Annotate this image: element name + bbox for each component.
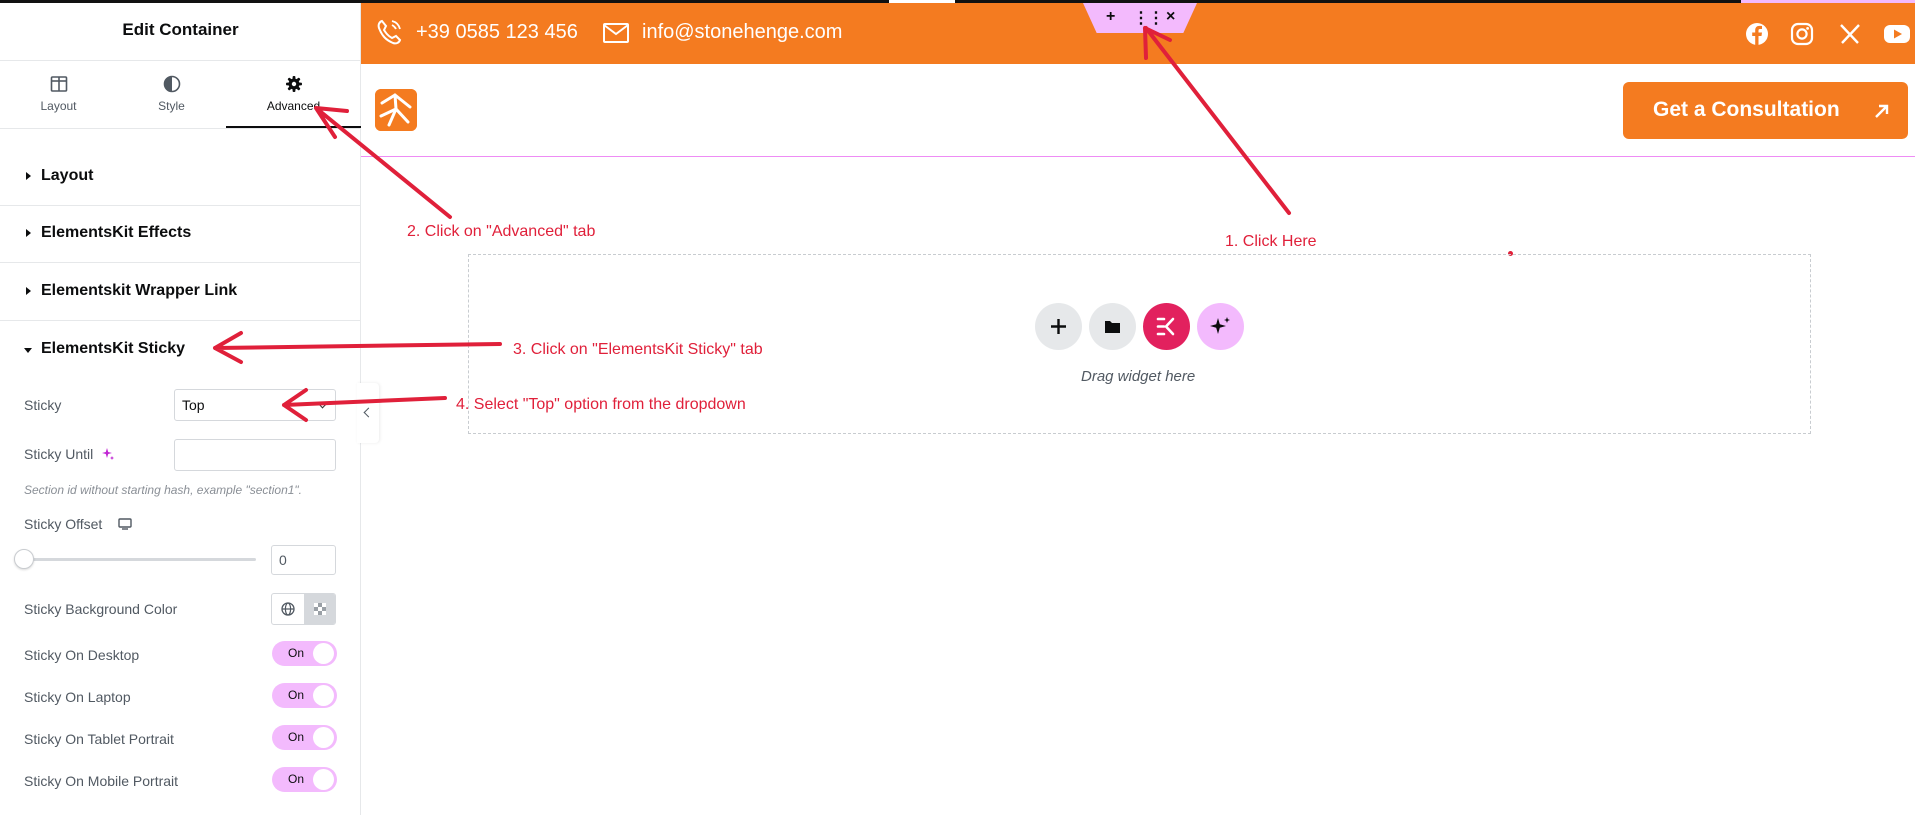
sticky-offset-input[interactable]: 0 [271,545,336,575]
section-title: ElementsKit Effects [41,224,192,241]
toggle-knob [313,769,334,790]
sticky-label: Sticky [24,397,62,413]
sticky-offset-text: Sticky Offset [24,516,103,532]
tab-advanced-label: Advanced [266,99,321,113]
sticky-offset-slider[interactable] [24,558,256,561]
site-logo[interactable] [375,89,417,131]
section-title: Layout [41,167,94,184]
annotation-step-3: 3. Click on "ElementsKit Sticky" tab [513,341,763,358]
half-circle-icon [163,75,180,93]
mail-icon [603,23,629,43]
sticky-offset-label: Sticky Offset [24,516,132,532]
tab-style[interactable]: Style [117,60,226,128]
add-icon[interactable]: + [1106,8,1115,26]
elementskit-logo-icon [1156,317,1175,336]
collapse-panel-button[interactable] [357,383,379,443]
section-title: ElementsKit Sticky [41,340,186,357]
arrow-up-right-icon [1875,104,1889,118]
tab-advanced[interactable]: Advanced [226,60,361,128]
layout-icon [50,76,67,92]
toggle-sticky-desktop[interactable]: On [272,641,337,666]
folder-icon [1105,321,1120,333]
ai-sparkle-icon [1210,317,1230,334]
close-icon[interactable]: × [1166,8,1175,26]
add-element-button[interactable] [1035,303,1082,350]
caret-right-icon [26,287,31,295]
get-consultation-button[interactable]: Get a Consultation [1623,82,1908,139]
tab-layout-label: Layout [40,99,77,113]
instagram-icon[interactable] [1790,22,1814,46]
panel-tabs: Layout Style Advanced [0,60,361,128]
divider [0,128,361,129]
toggle-knob [313,685,334,706]
desktop-icon[interactable] [118,518,132,530]
add-template-button[interactable] [1089,303,1136,350]
sticky-until-label: Sticky Until [24,446,115,462]
drag-widget-caption: Drag widget here [1081,368,1196,385]
panel-top-border [0,0,361,3]
annotation-step-2: 2. Click on "Advanced" tab [407,223,596,240]
sticky-until-text: Sticky Until [24,446,94,462]
section-elementskit-effects[interactable]: ElementsKit Effects [0,206,361,263]
phone-icon [377,19,402,45]
sticky-until-input[interactable] [174,439,336,471]
toggle-state: On [288,646,305,660]
toggle-label-laptop: Sticky On Laptop [24,689,131,705]
cta-label: Get a Consultation [1653,98,1840,121]
email-address[interactable]: info@stonehenge.com [642,21,842,44]
sticky-select[interactable]: Top [174,389,336,421]
toggle-state: On [288,730,305,744]
section-wrapper-link[interactable]: Elementskit Wrapper Link [0,264,361,321]
tab-layout[interactable]: Layout [0,60,117,128]
toggle-label-mobile: Sticky On Mobile Portrait [24,773,179,789]
toggle-state: On [288,772,305,786]
section-title: Elementskit Wrapper Link [41,282,238,299]
caret-down-icon [24,348,32,353]
toggle-label-desktop: Sticky On Desktop [24,647,140,663]
toggle-label-tablet: Sticky On Tablet Portrait [24,731,174,747]
section-layout[interactable]: Layout [0,149,361,206]
panel-title: Edit Container [122,20,239,39]
facebook-icon[interactable] [1745,22,1769,46]
phone-number[interactable]: +39 0585 123 456 [416,21,578,44]
sticky-bg-color-picker[interactable] [271,593,336,625]
x-icon[interactable] [1838,22,1862,46]
slider-handle[interactable] [14,549,34,569]
toggle-sticky-mobile[interactable]: On [272,767,337,792]
sticky-select-value: Top [182,397,205,413]
checkerboard-swatch-icon[interactable] [304,594,335,624]
container-handle[interactable]: + ⋮⋮ × [1083,3,1197,33]
sticky-until-hint: Section id without starting hash, exampl… [24,483,303,497]
toggle-state: On [288,688,305,702]
toggle-sticky-laptop[interactable]: On [272,683,337,708]
annotation-step-1: 1. Click Here [1225,233,1317,250]
caret-right-icon [26,229,31,237]
globe-icon[interactable] [272,594,304,624]
gear-icon [285,76,302,92]
elementskit-library-button[interactable] [1143,303,1190,350]
drag-grip-icon[interactable]: ⋮⋮ [1133,8,1164,28]
sticky-bg-label: Sticky Background Color [24,601,178,617]
youtube-icon[interactable] [1883,22,1911,46]
caret-right-icon [26,172,31,180]
annotation-step-4: 4. Select "Top" option from the dropdown [456,396,746,413]
chevron-down-icon [317,398,328,409]
toggle-knob [313,727,334,748]
tab-style-label: Style [158,99,185,113]
toggle-sticky-tablet[interactable]: On [272,725,337,750]
toggle-knob [313,643,334,664]
ai-button[interactable] [1197,303,1244,350]
plus-icon [1051,319,1066,334]
ai-sparkle-icon[interactable] [101,447,115,461]
editor-panel: Edit Container Layout Style Advanced Lay… [0,0,361,815]
section-elementskit-sticky[interactable]: ElementsKit Sticky [0,322,361,379]
